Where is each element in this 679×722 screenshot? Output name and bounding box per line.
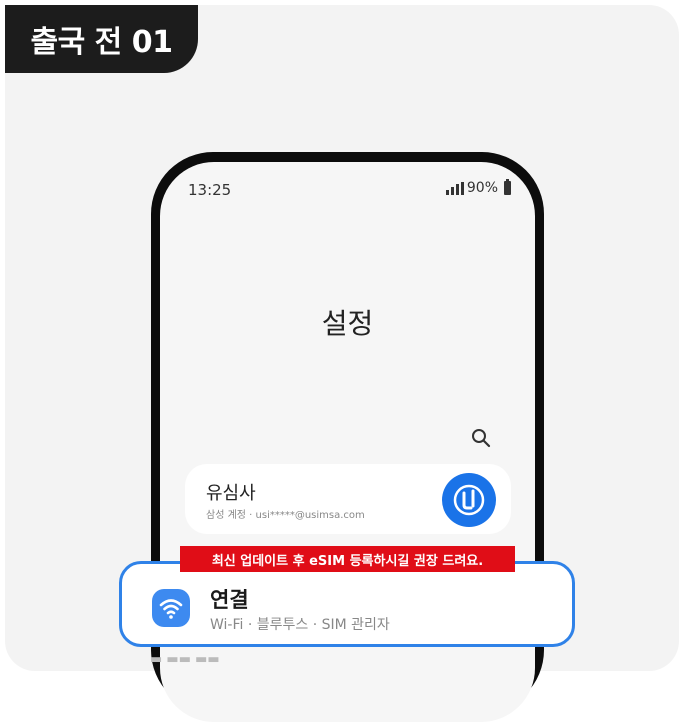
connections-title: 연결 bbox=[210, 588, 249, 612]
update-notice-banner: 최신 업데이트 후 eSIM 등록하시길 권장 드려요. bbox=[180, 546, 515, 572]
status-icons: 90% bbox=[445, 179, 511, 196]
account-detail: 삼성 계정 · usi*****@usimsa.com bbox=[206, 510, 365, 521]
connections-subtitle: Wi-Fi · 블루투스 · SIM 관리자 bbox=[210, 617, 390, 633]
account-name: 유심사 bbox=[206, 483, 256, 504]
step-badge: 출국 전 01 bbox=[5, 5, 198, 73]
page-title: 설정 bbox=[321, 307, 374, 340]
account-logo-icon[interactable] bbox=[442, 473, 496, 527]
connections-menu-item[interactable]: 연결 Wi-Fi · 블루투스 · SIM 관리자 bbox=[119, 561, 575, 647]
battery-percent: 90% bbox=[466, 180, 498, 196]
wifi-icon bbox=[152, 589, 190, 627]
search-icon[interactable] bbox=[470, 427, 492, 449]
battery-icon bbox=[504, 179, 511, 195]
status-time: 13:25 bbox=[188, 181, 232, 199]
hidden-row-peek: ▬ ▬▬ ▬▬ bbox=[150, 652, 220, 667]
signal-icon bbox=[445, 181, 464, 195]
